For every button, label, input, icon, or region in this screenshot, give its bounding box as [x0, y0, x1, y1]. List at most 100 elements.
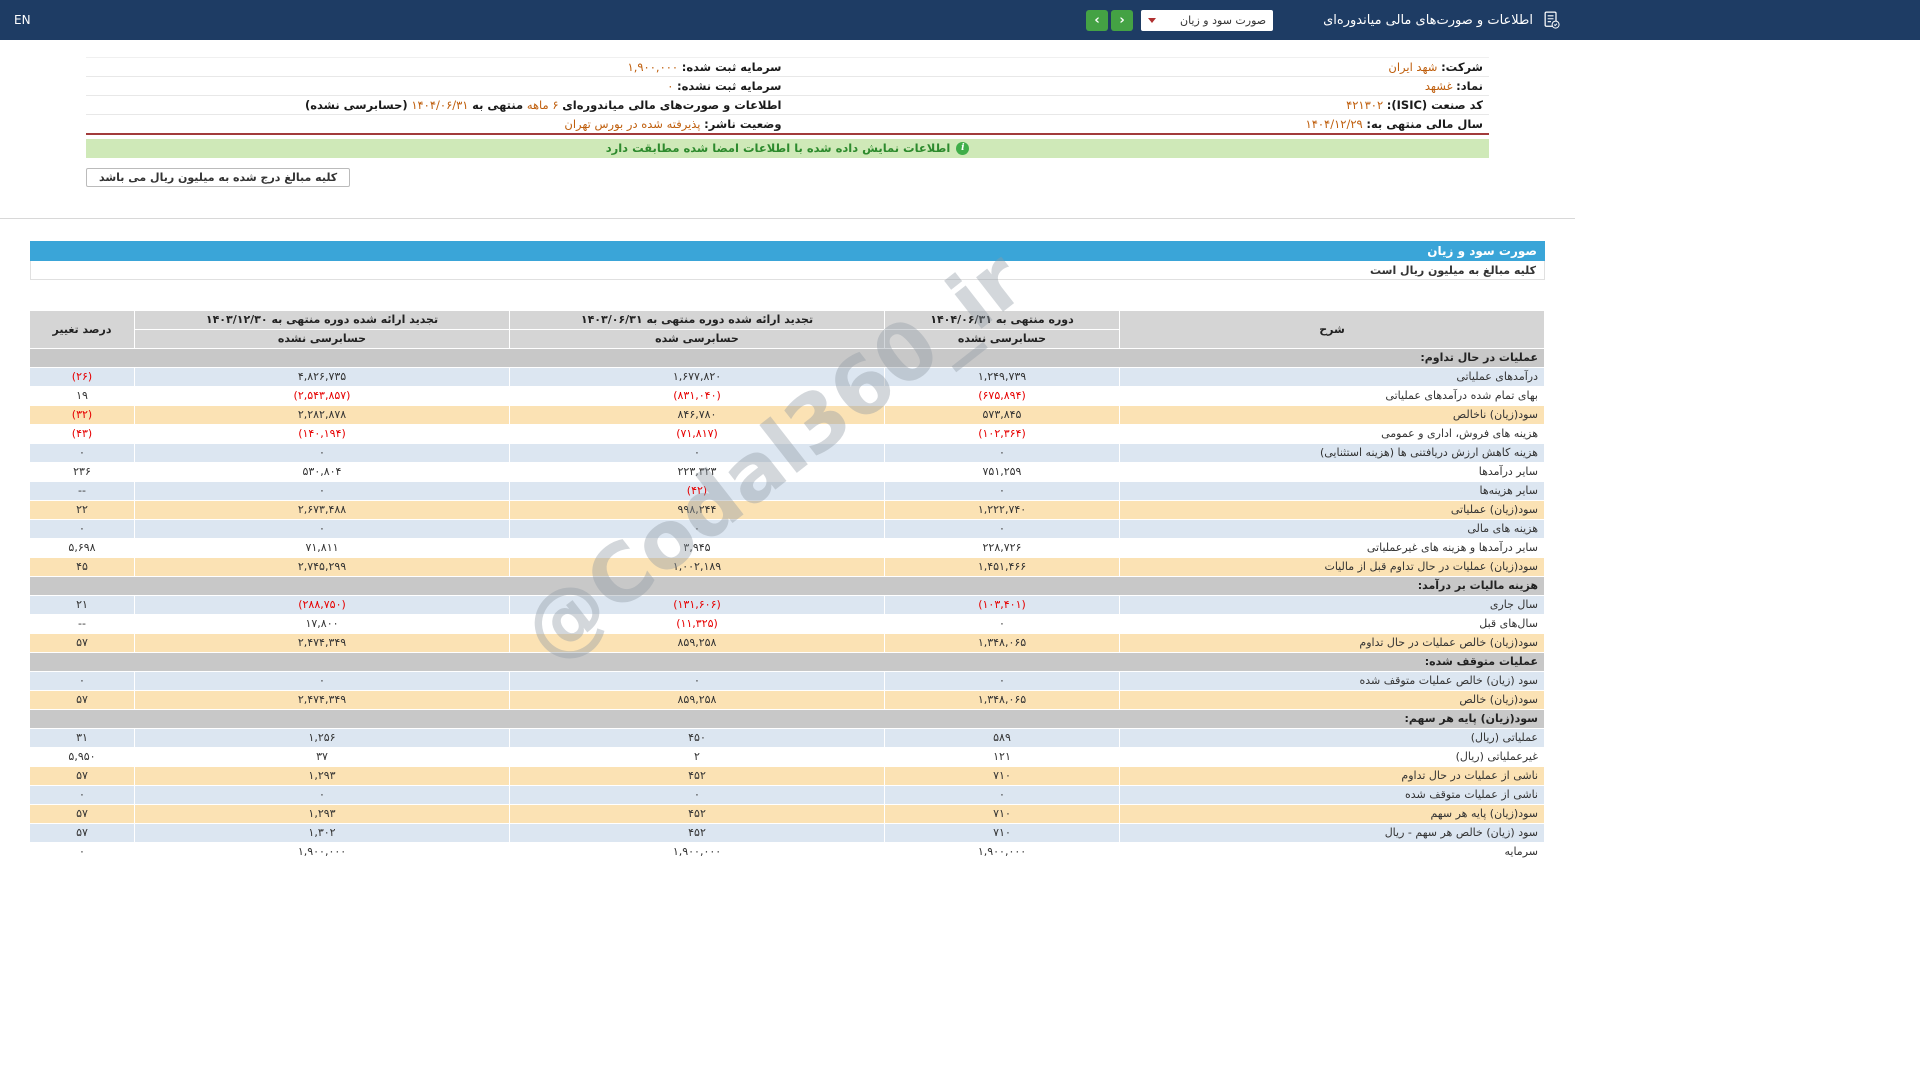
section-label: عملیات متوقف شده:	[30, 652, 1545, 671]
value-restated-6m: ۱,۰۰۲,۱۸۹	[510, 557, 885, 576]
statement-data-row: عملیاتی (ریال)۵۸۹۴۵۰۱,۲۵۶۳۱	[30, 728, 1545, 747]
company-name-value: شهد ایران	[1388, 60, 1437, 74]
value-current-period: ۰	[885, 614, 1120, 633]
row-label: هزینه کاهش ارزش دریافتنی ها (هزینه استثن…	[1120, 443, 1545, 462]
row-label: سود(زیان) خالص	[1120, 690, 1545, 709]
statement-data-row: سایر درآمدها و هزینه های غیرعملیاتی۲۲۸,۷…	[30, 538, 1545, 557]
page-content: شرکت: شهد ایران سرمایه ثبت شده: ۱,۹۰۰,۰۰…	[0, 57, 1575, 862]
statement-title-bar: صورت سود و زیان	[30, 241, 1545, 261]
value-restated-year: ۵۳۰,۸۰۴	[135, 462, 510, 481]
unregistered-capital-value: ۰	[667, 79, 673, 93]
value-restated-6m: ۰	[510, 785, 885, 804]
isic-code-value: ۴۲۱۳۰۲	[1346, 98, 1383, 112]
fiscal-year-end-cell: سال مالی منتهی به: ۱۴۰۴/۱۲/۲۹	[788, 115, 1490, 134]
value-restated-year: ۱,۲۹۳	[135, 804, 510, 823]
row-label: سایر هزینه‌ها	[1120, 481, 1545, 500]
isic-code-label: کد صنعت (ISIC):	[1387, 98, 1483, 112]
report-period-text: اطلاعات و صورت‌های مالی میاندوره‌ای	[562, 98, 781, 112]
row-label: ناشی از عملیات متوقف شده	[1120, 785, 1545, 804]
audit-status-current: حسابرسی نشده	[885, 329, 1120, 348]
value-current-period: ۰	[885, 481, 1120, 500]
value-restated-6m: ۹۹۸,۲۴۴	[510, 500, 885, 519]
value-current-period: (۶۷۵,۸۹۴)	[885, 386, 1120, 405]
value-current-period: ۱,۹۰۰,۰۰۰	[885, 842, 1120, 861]
value-restated-6m: ۸۵۹,۲۵۸	[510, 633, 885, 652]
value-restated-6m: (۸۳۱,۰۴۰)	[510, 386, 885, 405]
report-period-cell: اطلاعات و صورت‌های مالی میاندوره‌ای ۶ ما…	[86, 96, 788, 115]
value-restated-year: ۲,۴۷۴,۳۴۹	[135, 690, 510, 709]
value-restated-6m: (۷۱,۸۱۷)	[510, 424, 885, 443]
next-statement-button[interactable]: ›	[1111, 10, 1133, 31]
value-restated-year: ۲,۶۷۳,۴۸۸	[135, 500, 510, 519]
top-navigation-bar: اطلاعات و صورت‌های مالی میاندوره‌ای صورت…	[0, 0, 1920, 40]
statement-data-row: سال جاری(۱۰۳,۴۰۱)(۱۳۱,۶۰۶)(۲۸۸,۷۵۰)۲۱	[30, 595, 1545, 614]
statement-data-row: ناشی از عملیات متوقف شده۰۰۰۰	[30, 785, 1545, 804]
value-change-percent: ۵۷	[30, 633, 135, 652]
value-restated-year: ۰	[135, 443, 510, 462]
statement-data-row: سود (زیان) خالص عملیات متوقف شده۰۰۰۰	[30, 671, 1545, 690]
row-label: سود(زیان) عملیات در حال تداوم قبل از مال…	[1120, 557, 1545, 576]
statement-table-body: عملیات در حال تداوم:درآمدهای عملیاتی۱,۲۴…	[30, 348, 1545, 861]
value-current-period: ۱,۲۴۹,۷۳۹	[885, 367, 1120, 386]
value-change-percent: (۲۶)	[30, 367, 135, 386]
topbar-inner: اطلاعات و صورت‌های مالی میاندوره‌ای صورت…	[0, 0, 1575, 40]
section-label: عملیات در حال تداوم:	[30, 348, 1545, 367]
audit-status-year: حسابرسی نشده	[135, 329, 510, 348]
report-audit-status: (حسابرسی نشده)	[305, 98, 408, 112]
language-toggle[interactable]: EN	[14, 13, 31, 27]
statement-data-row: سود(زیان) عملیات در حال تداوم قبل از مال…	[30, 557, 1545, 576]
report-period-ending-text: منتهی به	[472, 98, 523, 112]
value-restated-year: ۱۷,۸۰۰	[135, 614, 510, 633]
value-change-percent: ۰	[30, 785, 135, 804]
value-restated-6m: ۴۵۲	[510, 823, 885, 842]
value-change-percent: ۵۷	[30, 804, 135, 823]
value-change-percent: ۵,۹۵۰	[30, 747, 135, 766]
value-restated-6m: (۴۲)	[510, 481, 885, 500]
report-period-end-date: ۱۴۰۴/۰۶/۳۱	[411, 98, 468, 112]
value-current-period: ۷۵۱,۲۵۹	[885, 462, 1120, 481]
statement-table-header: شرح دوره منتهی به ۱۴۰۴/۰۶/۳۱ تجدید ارائه…	[30, 310, 1545, 348]
row-label: هزینه های مالی	[1120, 519, 1545, 538]
value-restated-6m: ۰	[510, 519, 885, 538]
value-restated-year: ۲,۴۷۴,۳۴۹	[135, 633, 510, 652]
statement-data-row: سود (زیان) خالص هر سهم - ریال۷۱۰۴۵۲۱,۳۰۲…	[30, 823, 1545, 842]
col-header-restated-6m: تجدید ارائه شده دوره منتهی به ۱۴۰۳/۰۶/۳۱	[510, 310, 885, 329]
topbar-right-group: اطلاعات و صورت‌های مالی میاندوره‌ای صورت…	[1086, 10, 1561, 31]
value-change-percent: ۲۱	[30, 595, 135, 614]
section-label: هزینه مالیات بر درآمد:	[30, 576, 1545, 595]
value-current-period: (۱۰۲,۳۶۴)	[885, 424, 1120, 443]
value-restated-year: ۳۷	[135, 747, 510, 766]
value-current-period: ۱۲۱	[885, 747, 1120, 766]
statement-data-row: هزینه های فروش، اداری و عمومی(۱۰۲,۳۶۴)(۷…	[30, 424, 1545, 443]
company-name-label: شرکت:	[1441, 60, 1483, 74]
value-restated-year: ۲,۲۸۲,۸۷۸	[135, 405, 510, 424]
statement-section-row: سود(زیان) پایه هر سهم:	[30, 709, 1545, 728]
value-restated-year: ۰	[135, 519, 510, 538]
value-current-period: ۱,۳۴۸,۰۶۵	[885, 633, 1120, 652]
report-period-length: ۶ ماهه	[527, 98, 559, 112]
value-restated-6m: (۱۱,۳۲۵)	[510, 614, 885, 633]
value-restated-year: (۱۴۰,۱۹۴)	[135, 424, 510, 443]
value-current-period: ۲۲۸,۷۲۶	[885, 538, 1120, 557]
value-change-percent: ۵۷	[30, 690, 135, 709]
value-restated-year: ۱,۲۹۳	[135, 766, 510, 785]
info-icon: i	[956, 142, 969, 155]
prev-statement-button[interactable]: ‹	[1086, 10, 1108, 31]
statement-section-row: عملیات متوقف شده:	[30, 652, 1545, 671]
statement-nav-buttons: ‹ ›	[1086, 10, 1133, 31]
value-current-period: ۷۱۰	[885, 766, 1120, 785]
value-restated-year: (۲,۵۴۳,۸۵۷)	[135, 386, 510, 405]
value-change-percent: ۰	[30, 519, 135, 538]
value-change-percent: ۵,۶۹۸	[30, 538, 135, 557]
statement-table: شرح دوره منتهی به ۱۴۰۴/۰۶/۳۱ تجدید ارائه…	[29, 310, 1545, 862]
col-header-current-period: دوره منتهی به ۱۴۰۴/۰۶/۳۱	[885, 310, 1120, 329]
amounts-unit-note: کلیه مبالغ درج شده به میلیون ریال می باش…	[86, 168, 350, 187]
value-restated-6m: ۲	[510, 747, 885, 766]
value-change-percent: ۵۷	[30, 823, 135, 842]
symbol-label: نماد:	[1456, 79, 1483, 93]
value-change-percent: ۰	[30, 671, 135, 690]
company-info-section: شرکت: شهد ایران سرمایه ثبت شده: ۱,۹۰۰,۰۰…	[86, 57, 1489, 187]
statement-section-row: عملیات در حال تداوم:	[30, 348, 1545, 367]
statement-type-dropdown[interactable]: صورت سود و زیان	[1141, 10, 1273, 31]
value-current-period: (۱۰۳,۴۰۱)	[885, 595, 1120, 614]
